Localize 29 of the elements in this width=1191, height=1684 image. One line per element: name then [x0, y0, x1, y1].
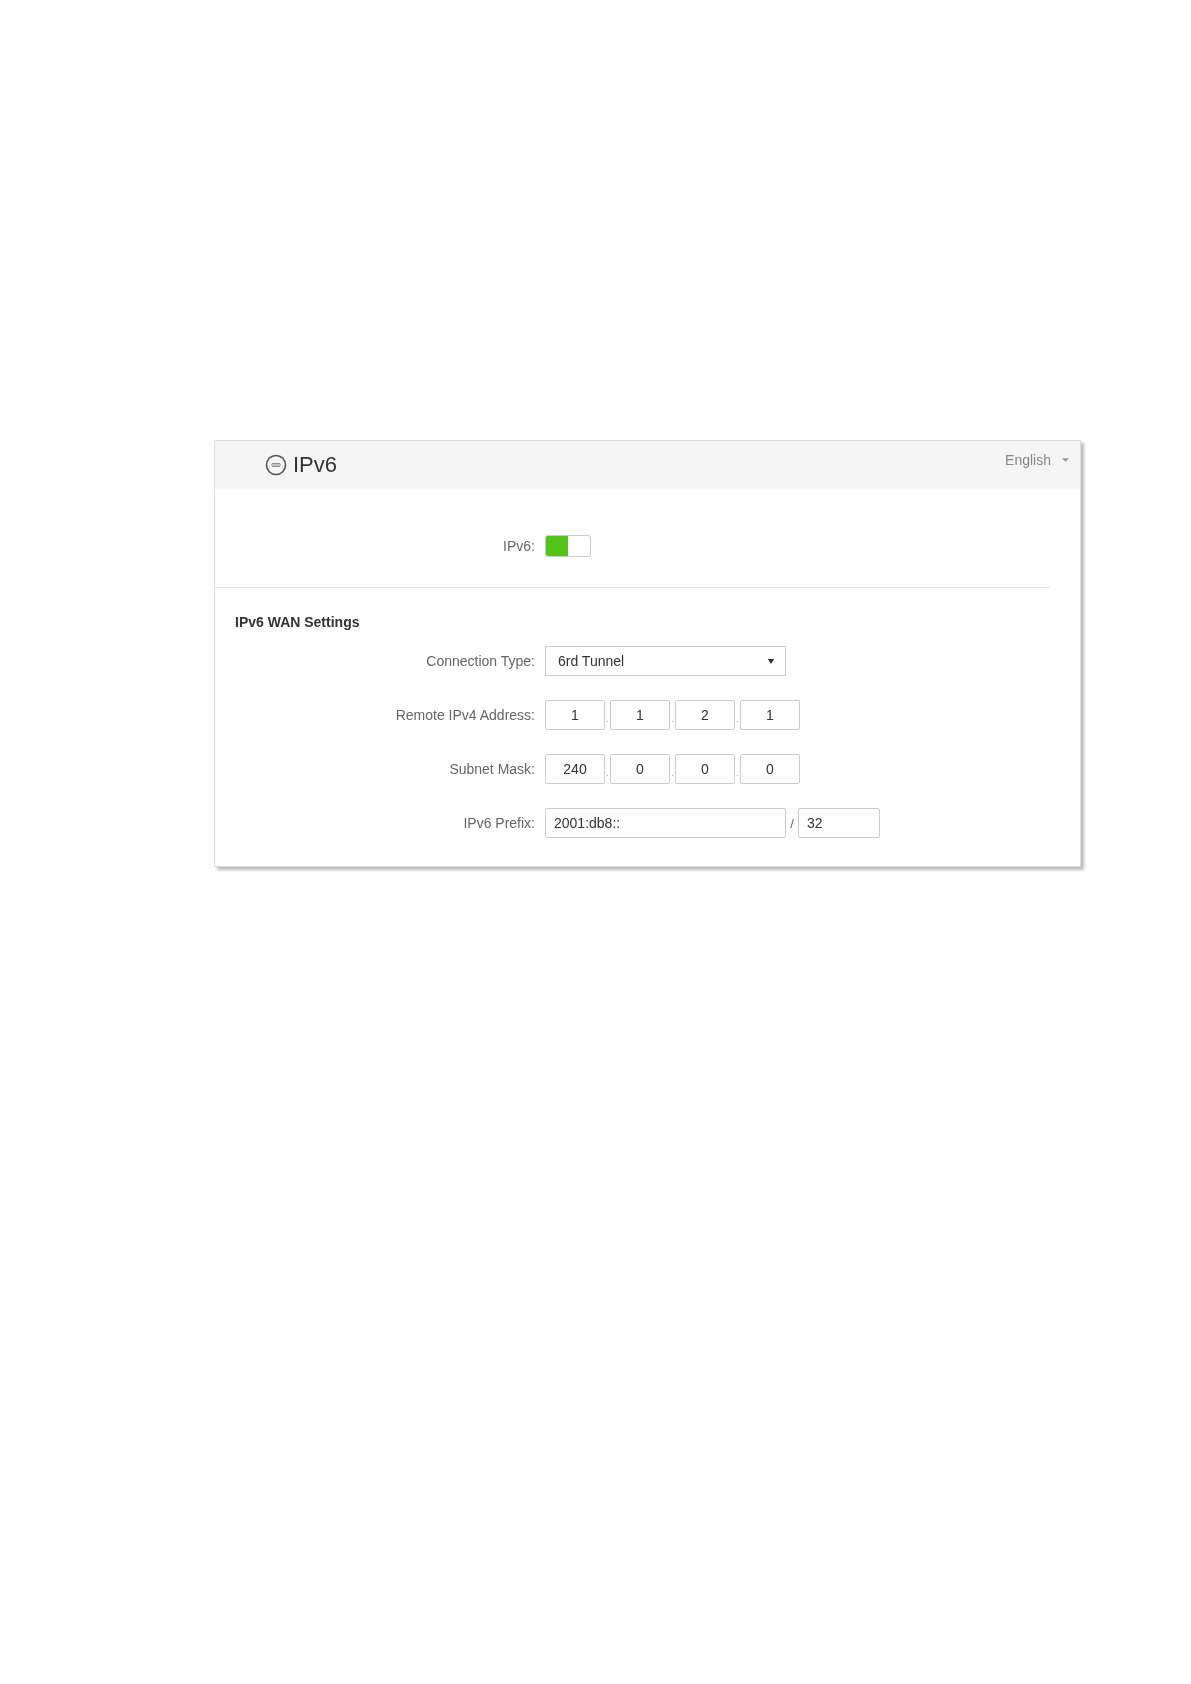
section-title: IPv6 WAN Settings: [234, 613, 361, 632]
field-label: Subnet Mask:: [448, 761, 536, 777]
input-field[interactable]: 1: [740, 700, 800, 730]
field-label: IPv6 Prefix:: [462, 815, 536, 831]
caret-icon: [767, 657, 775, 665]
input-field[interactable]: 240: [545, 754, 605, 784]
input-field[interactable]: 2: [675, 700, 735, 730]
separator-text: .: [735, 714, 740, 724]
toggle-switch[interactable]: [545, 535, 591, 557]
page-title: IPv6: [293, 452, 338, 478]
input-field[interactable]: 1: [545, 700, 605, 730]
separator-text: /: [789, 815, 795, 831]
separator-text: .: [670, 768, 675, 778]
input-field[interactable]: 1: [610, 700, 670, 730]
separator-text: .: [605, 714, 610, 724]
field-label: Connection Type:: [425, 653, 536, 669]
separator-text: .: [605, 768, 610, 778]
ipv6-badge-icon: [265, 454, 287, 476]
separator-text: .: [735, 768, 740, 778]
dropdown[interactable]: 6rd Tunnel: [545, 646, 786, 676]
input-field[interactable]: 0: [675, 754, 735, 784]
field-label: Remote IPv4 Address:: [394, 707, 536, 723]
separator-text: .: [670, 714, 675, 724]
input-field[interactable]: 2001:db8::: [545, 808, 786, 838]
field-label: IPv6:: [502, 538, 536, 554]
input-field[interactable]: 32: [798, 808, 880, 838]
caret-icon: [1061, 457, 1070, 463]
input-field[interactable]: 0: [740, 754, 800, 784]
input-field[interactable]: 0: [610, 754, 670, 784]
